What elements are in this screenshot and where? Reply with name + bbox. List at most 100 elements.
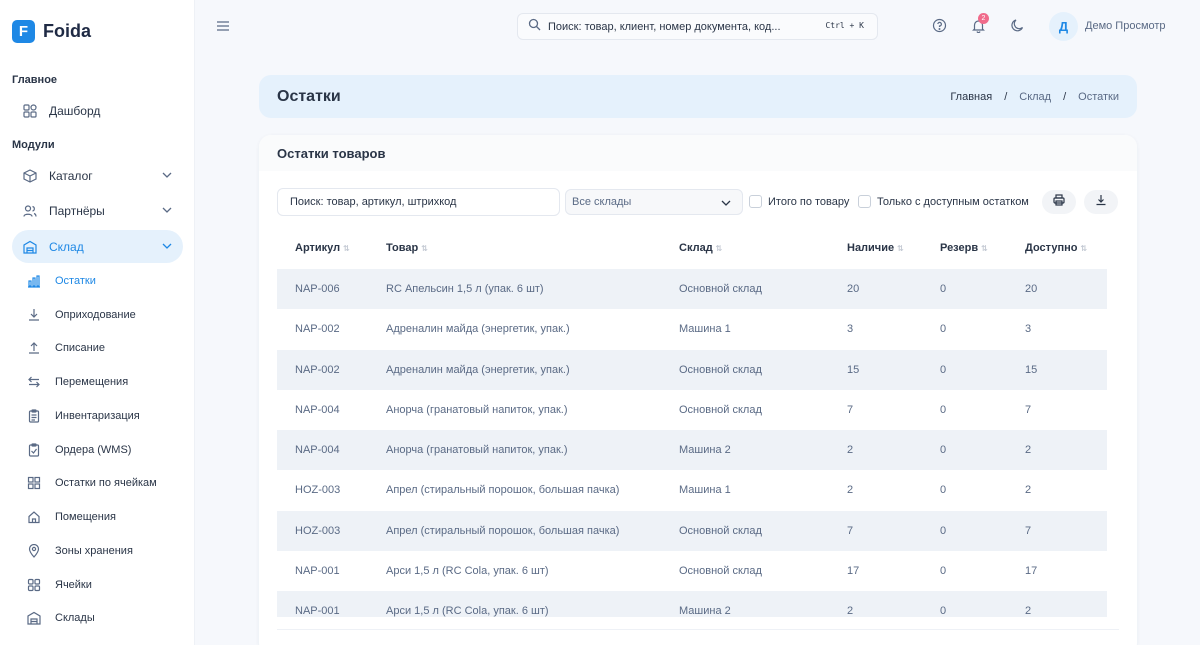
table-row[interactable]: NAP-006 RC Апельсин 1,5 л (упак. 6 шт) Осн… — [277, 269, 1107, 310]
table-row[interactable]: NAP-004 Анорча (гранатовый напиток, упак.… — [277, 430, 1107, 471]
sidebar-subitem-label: Списание — [55, 342, 105, 354]
cell-reserve: 0 — [940, 363, 947, 376]
warehouse-select[interactable]: Все склады — [565, 189, 743, 215]
cell-available: 2 — [1025, 444, 1032, 457]
breadcrumb-separator: / — [1063, 90, 1067, 103]
sidebar-subitem-cell-stock[interactable]: Остатки по ячейкам — [27, 472, 157, 494]
sort-icon: ⇅ — [981, 243, 988, 253]
box-icon — [23, 168, 37, 183]
help-icon[interactable] — [932, 18, 947, 38]
breadcrumb-current: Остатки — [1078, 90, 1119, 103]
cell-available: 7 — [1025, 524, 1032, 537]
table-row[interactable]: HOZ-003 Апрел (стиральный порошок, больша… — [277, 470, 1107, 510]
sidebar-subitem-cells[interactable]: Ячейки — [27, 574, 92, 596]
available-only-checkbox[interactable] — [858, 195, 871, 208]
sidebar-item-dashboard[interactable]: Дашборд — [12, 94, 183, 127]
sidebar-subitem-receipt[interactable]: Оприходование — [27, 304, 136, 326]
global-search-input[interactable]: Поиск: товар, клиент, номер документа, к… — [517, 13, 878, 40]
sidebar-item-label: Дашборд — [49, 103, 101, 118]
cell-sku: HOZ-003 — [295, 484, 341, 497]
column-onhand[interactable]: Наличие ⇅ — [847, 242, 904, 254]
chevron-down-icon — [161, 240, 173, 255]
bar-chart-icon — [27, 274, 41, 288]
cell-reserve: 0 — [940, 565, 947, 578]
download-button[interactable] — [1084, 190, 1118, 214]
sidebar-subitem-label: Оприходование — [55, 309, 136, 321]
cell-onhand: 2 — [847, 444, 854, 457]
sidebar-subitem-stock[interactable]: Остатки — [27, 270, 96, 292]
stock-search-input[interactable]: Поиск: товар, артикул, штрихкод — [277, 188, 560, 216]
cell-warehouse: Машина 2 — [679, 605, 731, 617]
sort-icon: ⇅ — [897, 243, 904, 253]
sort-icon: ⇅ — [343, 243, 350, 253]
cell-product: RC Апельсин 1,5 л (упак. 6 шт) — [386, 283, 544, 295]
stock-table-body: NAP-006 RC Апельсин 1,5 л (упак. 6 шт) Осн… — [277, 269, 1107, 617]
breadcrumb-separator: / — [1004, 90, 1008, 103]
printer-icon — [1053, 193, 1065, 211]
cell-sku: NAP-001 — [295, 565, 340, 578]
page-header: Остатки Главная / Склад / Остатки — [259, 75, 1137, 118]
print-button[interactable] — [1042, 190, 1076, 214]
table-row[interactable]: NAP-004 Анорча (гранатовый напиток, упак.… — [277, 390, 1107, 430]
sidebar-subitem-rooms[interactable]: Помещения — [27, 506, 116, 528]
column-warehouse[interactable]: Склад ⇅ — [679, 242, 722, 254]
map-pin-icon — [27, 544, 41, 558]
cell-warehouse: Основной склад — [679, 283, 762, 295]
breadcrumb-warehouse[interactable]: Склад — [1019, 91, 1051, 103]
cell-available: 15 — [1025, 363, 1038, 376]
available-only-label[interactable]: Только с доступным остатком — [877, 196, 1029, 208]
sidebar-subitem-zones[interactable]: Зоны хранения — [27, 540, 133, 562]
home-icon — [27, 510, 41, 524]
table-row[interactable]: NAP-001 Арси 1,5 л (RC Cola, упак. 6 шт) М… — [277, 591, 1107, 617]
column-label: Резерв — [940, 242, 979, 254]
download-icon — [1095, 193, 1107, 211]
cell-reserve: 0 — [940, 605, 947, 617]
cell-product: Арси 1,5 л (RC Cola, упак. 6 шт) — [386, 605, 549, 617]
column-sku[interactable]: Артикул ⇅ — [295, 242, 350, 254]
sidebar-item-partners[interactable]: Партнёры — [12, 194, 183, 227]
column-label: Склад — [679, 242, 713, 254]
user-name[interactable]: Демо Просмотр — [1085, 20, 1166, 32]
sidebar-subitem-orders[interactable]: Ордера (WMS) — [27, 439, 131, 461]
moon-icon[interactable] — [1010, 18, 1025, 38]
stock-card: Остатки товаров Поиск: товар, артикул, ш… — [259, 135, 1137, 645]
breadcrumb-home[interactable]: Главная — [950, 91, 992, 103]
warehouse-select-value: Все склады — [572, 196, 632, 208]
sidebar-item-warehouse[interactable]: Склад — [12, 230, 183, 263]
sort-icon: ⇅ — [1080, 243, 1088, 253]
cells-icon — [27, 578, 41, 592]
sidebar-subitem-writeoff[interactable]: Списание — [27, 337, 105, 359]
total-by-product-checkbox[interactable] — [749, 195, 762, 208]
clipboard-icon — [27, 409, 41, 423]
sidebar-item-label: Партнёры — [49, 203, 105, 218]
app-logo[interactable]: F Foida — [12, 20, 91, 43]
column-reserve[interactable]: Резерв ⇅ — [940, 242, 988, 254]
column-available[interactable]: Доступно ⇅ — [1025, 242, 1087, 254]
menu-toggle-icon[interactable] — [216, 19, 230, 38]
sidebar-subitem-label: Зоны хранения — [55, 545, 133, 557]
cell-onhand: 15 — [847, 363, 860, 376]
sort-icon: ⇅ — [715, 243, 723, 253]
cell-onhand: 7 — [847, 524, 854, 537]
sidebar-item-catalog[interactable]: Каталог — [12, 159, 183, 192]
cell-reserve: 0 — [940, 323, 947, 336]
cell-product: Апрел (стиральный порошок, большая пачка… — [386, 524, 620, 537]
cell-warehouse: Основной склад — [679, 403, 762, 416]
sidebar-subitem-transfers[interactable]: Перемещения — [27, 371, 128, 393]
cell-warehouse: Машина 2 — [679, 444, 731, 457]
table-row[interactable]: NAP-001 Арси 1,5 л (RC Cola, упак. 6 шт) О… — [277, 551, 1107, 591]
column-product[interactable]: Товар ⇅ — [386, 242, 428, 254]
total-by-product-label[interactable]: Итого по товару — [768, 196, 849, 208]
cell-onhand: 17 — [847, 565, 860, 578]
cell-sku: NAP-002 — [295, 323, 340, 336]
table-row[interactable]: HOZ-003 Апрел (стиральный порошок, больша… — [277, 510, 1107, 552]
cell-reserve: 0 — [940, 403, 947, 416]
sidebar-subitem-label: Ячейки — [55, 579, 92, 591]
avatar[interactable]: Д — [1049, 12, 1078, 41]
warehouse-icon — [23, 240, 37, 254]
sidebar-subitem-inventory[interactable]: Инвентаризация — [27, 405, 140, 427]
sidebar-subitem-warehouses[interactable]: Склады — [27, 607, 95, 629]
table-row[interactable]: NAP-002 Адреналин майда (энергетик, упак.… — [277, 309, 1107, 349]
table-row[interactable]: NAP-002 Адреналин майда (энергетик, упак.… — [277, 349, 1107, 390]
chevron-down-icon — [161, 169, 173, 184]
